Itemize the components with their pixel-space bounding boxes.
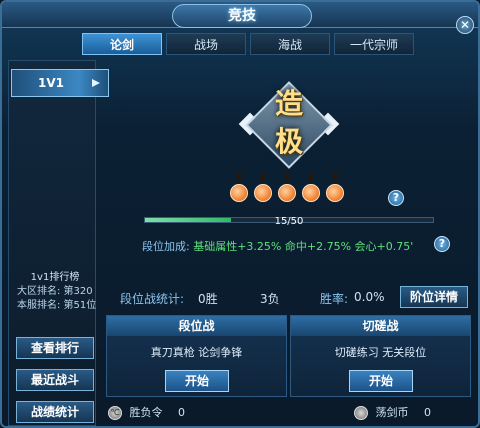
winrate-value: 0.0% <box>354 290 385 304</box>
token-icon: ℃ <box>108 406 122 420</box>
sparring-battle-panel: 切磋战 切磋练习 无关段位 开始 <box>290 315 471 397</box>
title-bar: 竞技 <box>2 2 478 28</box>
ranking-info: 1v1排行榜 大区排名: 第320 本服排名: 第51位 <box>15 271 97 313</box>
help-icon[interactable]: ? <box>388 190 404 206</box>
ranked-battle-desc: 真刀真枪 论剑争锋 <box>150 346 243 359</box>
sword-coin: 荡剑币 0 <box>354 404 431 420</box>
victory-token: ℃ 胜负令 0 <box>108 404 185 420</box>
sword-coin-value: 0 <box>424 406 431 419</box>
losses-value: 3负 <box>260 292 280 306</box>
region-rank: 大区排名: 第320 <box>17 286 93 297</box>
close-icon[interactable]: ✕ <box>456 16 474 34</box>
battle-stats-button[interactable]: 战绩统计 <box>16 401 94 423</box>
tab-zhanchang[interactable]: 战场 <box>166 33 246 55</box>
left-sidebar: 1V1 1v1排行榜 大区排名: 第320 本服排名: 第51位 查看排行 最近… <box>8 60 109 426</box>
sword-coin-icon <box>354 406 368 420</box>
server-rank: 本服排名: 第51位 <box>17 300 97 311</box>
ranked-battle-title: 段位战 <box>107 316 286 336</box>
wins-value: 0胜 <box>198 292 218 306</box>
bonus-value: 基础属性+3.25% 命中+2.75% 会心+0.75' <box>193 240 414 253</box>
window-title: 竞技 <box>172 4 312 28</box>
flame-icon <box>326 171 344 202</box>
flame-icon <box>254 171 272 202</box>
flame-icon <box>230 171 248 202</box>
tab-yidaizongshi[interactable]: 一代宗师 <box>334 33 414 55</box>
tier-stars <box>230 171 344 202</box>
help-icon[interactable]: ? <box>434 236 450 252</box>
stats-label: 段位战统计: <box>120 292 185 306</box>
sparring-start-button[interactable]: 开始 <box>349 370 413 392</box>
tab-bar: 论剑 战场 海战 一代宗师 <box>82 33 414 55</box>
token-value: 0 <box>178 406 185 419</box>
tier-details-button[interactable]: 阶位详情 <box>400 286 468 308</box>
tab-lunjian[interactable]: 论剑 <box>82 33 162 55</box>
bonus-label: 段位加成: <box>142 240 190 253</box>
ranking-title: 1v1排行榜 <box>30 272 80 283</box>
tier-emblem: 造 极 <box>238 81 340 169</box>
flame-icon <box>278 171 296 202</box>
tab-haizhan[interactable]: 海战 <box>250 33 330 55</box>
token-label: 胜负令 <box>129 406 163 419</box>
sword-coin-label: 荡剑币 <box>375 406 409 419</box>
winrate-label: 胜率: <box>320 292 349 306</box>
progress-text: 15/50 <box>274 216 304 227</box>
flame-icon <box>302 171 320 202</box>
tier-battle-stats: 段位战统计: 0胜 3负 胜率: 0.0% 阶位详情 <box>106 286 472 310</box>
tier-char-1: 造 <box>274 87 303 120</box>
tier-char-2: 极 <box>274 125 303 158</box>
sidebar-item-label: 1V1 <box>38 76 64 90</box>
ranked-start-button[interactable]: 开始 <box>165 370 229 392</box>
sparring-battle-desc: 切磋练习 无关段位 <box>334 346 427 359</box>
main-panel: 造 极 ? 15/50 段位加成: 基础属性+3.25% 命中+2.75% 会心… <box>100 60 478 426</box>
recent-battles-button[interactable]: 最近战斗 <box>16 369 94 391</box>
sidebar-item-1v1[interactable]: 1V1 <box>11 69 109 97</box>
ranked-battle-panel: 段位战 真刀真枪 论剑争锋 开始 <box>106 315 287 397</box>
view-ranking-button[interactable]: 查看排行 <box>16 337 94 359</box>
arena-window: 竞技 ✕ 论剑 战场 海战 一代宗师 1V1 1v1排行榜 大区排名: 第320… <box>0 0 480 428</box>
sparring-battle-title: 切磋战 <box>291 316 470 336</box>
tier-bonus: 段位加成: 基础属性+3.25% 命中+2.75% 会心+0.75' <box>142 238 413 254</box>
